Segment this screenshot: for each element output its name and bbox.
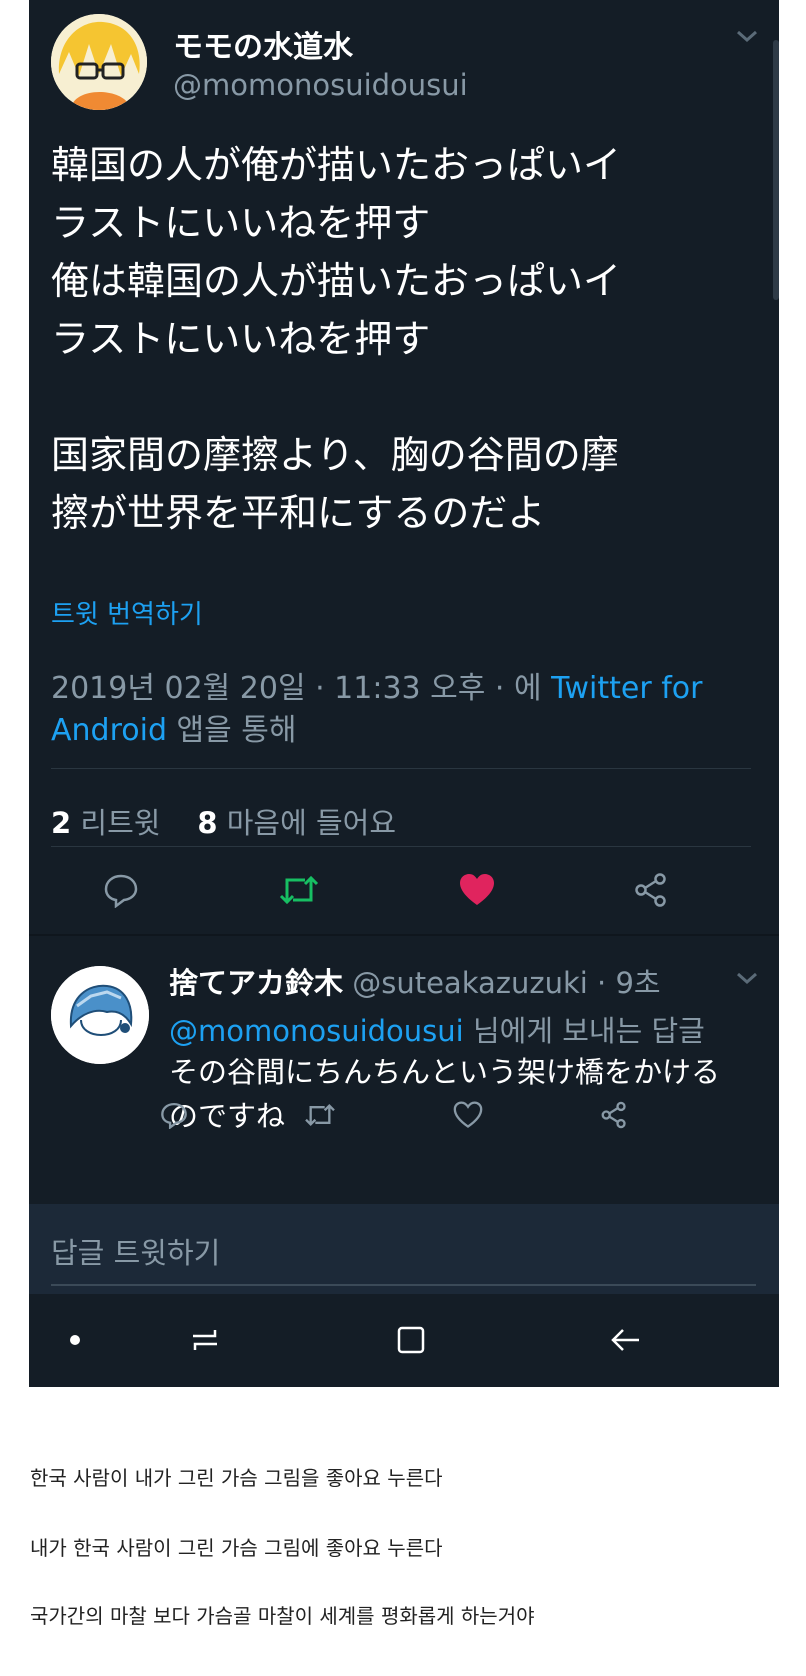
heart-icon [460, 874, 494, 905]
compose-underline [51, 1284, 756, 1286]
like-count: 8 [197, 806, 218, 840]
tweet-text: 韓国の人が俺が描いたおっぱいイ ラストにいいねを押す 俺は韓国の人が描いたおっぱ… [51, 143, 622, 535]
chevron-down-icon[interactable] [735, 28, 759, 44]
retweet-count: 2 [51, 806, 72, 840]
tweet-metadata: 2019년 02월 20일 · 11:33 오후 · 에 Twitter for… [51, 668, 741, 752]
reply-author-avatar[interactable] [51, 966, 149, 1064]
replying-to-label: 님에게 보내는 답글 [463, 1014, 705, 1048]
heart-outline-icon [453, 1101, 483, 1128]
share-icon [635, 873, 666, 907]
reply-share-button[interactable] [597, 1098, 631, 1132]
reply-button[interactable] [99, 868, 143, 912]
reply-display-name[interactable]: 捨てアカ鈴木 [169, 966, 343, 1000]
reply-retweet-button[interactable] [303, 1098, 337, 1132]
reply-mention-link[interactable]: @momonosuidousui [169, 1014, 464, 1048]
share-button[interactable] [629, 868, 673, 912]
author-handle[interactable]: @momonosuidousui [173, 68, 468, 102]
dot-icon[interactable] [57, 1322, 93, 1358]
author-avatar[interactable] [51, 14, 147, 110]
scrollbar[interactable] [773, 40, 779, 300]
tweet-stats: 2 리트윗 8 마음에 들어요 [51, 800, 396, 842]
translation-line-1: 한국 사람이 내가 그린 가슴 그림을 좋아요 누른다 [30, 1466, 443, 1490]
retweet-icon [279, 875, 319, 905]
reply-icon [161, 1102, 187, 1129]
divider [51, 846, 751, 847]
replying-to: @momonosuidousui 님에게 보내는 답글 [169, 1008, 705, 1050]
tweet-separator [29, 934, 779, 936]
like-label: 마음에 들어요 [217, 806, 397, 840]
author-display-name[interactable]: モモの水道水 [173, 22, 353, 66]
twitter-app-screen: モモの水道水 @momonosuidousui 韓国の人が俺が描いたおっぱいイ … [29, 0, 779, 1387]
reply-compose-bar[interactable]: 답글 트윗하기 [29, 1204, 779, 1294]
reply-handle-time: @suteakazuzuki · 9초 [343, 966, 661, 1000]
share-icon [601, 1101, 626, 1129]
translate-tweet-link[interactable]: 트윗 번역하기 [51, 594, 203, 631]
translation-line-2: 내가 한국 사람이 그린 가슴 그림에 좋아요 누른다 [30, 1536, 443, 1560]
translation-line-3: 국가간의 마찰 보다 가슴골 마찰이 세계를 평화롭게 하는거야 [30, 1604, 535, 1628]
reply-reply-button[interactable] [157, 1098, 191, 1132]
chevron-down-icon[interactable] [735, 970, 759, 986]
home-icon[interactable] [393, 1322, 429, 1358]
reply-author-line[interactable]: 捨てアカ鈴木 @suteakazuzuki · 9초 [169, 960, 661, 1002]
retweet-stat[interactable]: 2 리트윗 [51, 806, 160, 840]
retweet-button[interactable] [277, 868, 321, 912]
divider [51, 768, 751, 769]
reply-icon [104, 874, 138, 908]
android-navigation-bar [29, 1294, 779, 1387]
recent-apps-icon[interactable] [187, 1322, 223, 1358]
retweet-label: 리트윗 [71, 806, 161, 840]
reply-like-button[interactable] [451, 1098, 485, 1132]
reply-compose-input[interactable]: 답글 트윗하기 [51, 1230, 220, 1272]
back-icon[interactable] [607, 1322, 643, 1358]
tweet-timestamp: 2019년 02월 20일 · 11:33 오후 · 에 [51, 671, 552, 706]
retweet-icon [305, 1104, 335, 1126]
tweet-source-suffix: 앱을 통해 [167, 713, 297, 748]
like-stat[interactable]: 8 마음에 들어요 [197, 806, 396, 840]
like-button[interactable] [455, 868, 499, 912]
